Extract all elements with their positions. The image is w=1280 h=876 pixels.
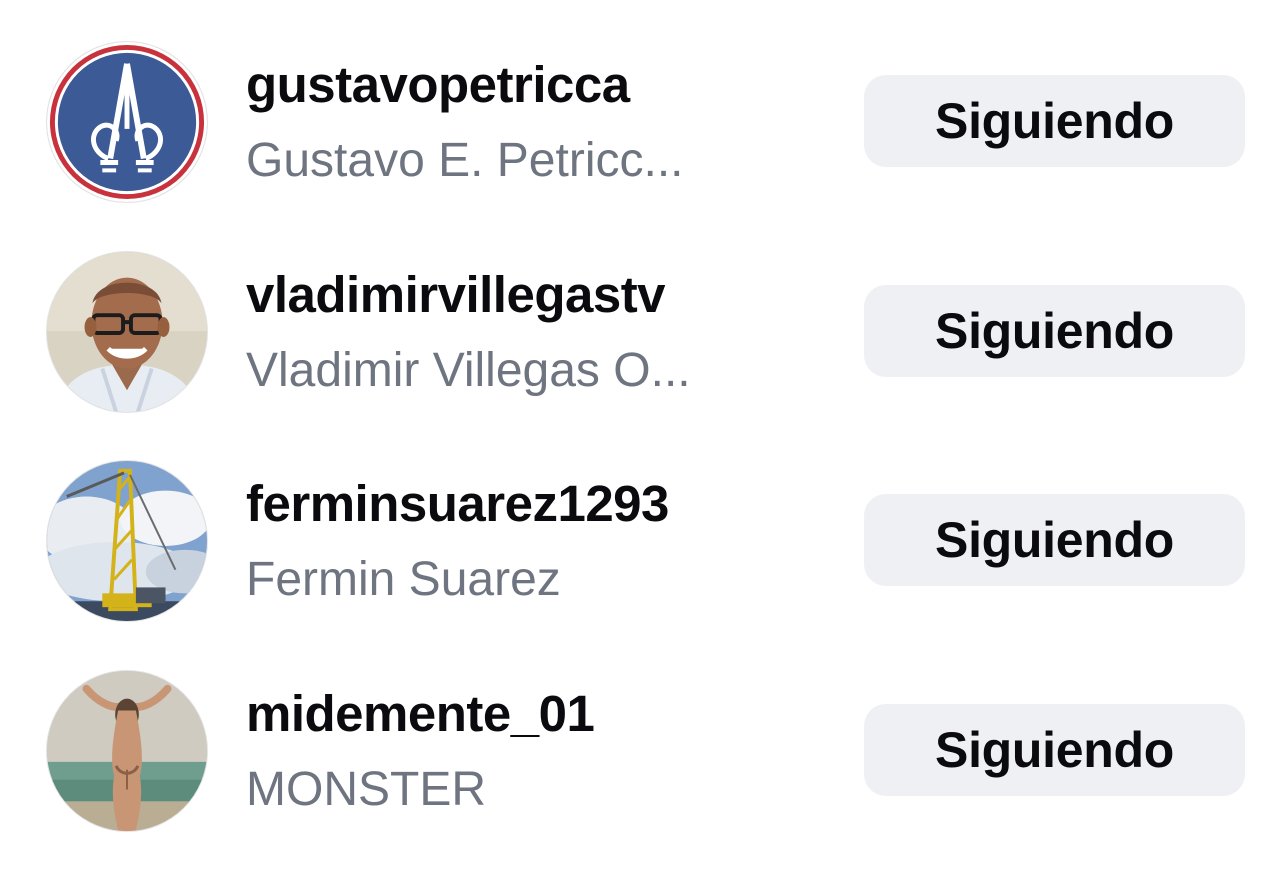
full-name: Gustavo E. Petricc... — [246, 134, 684, 187]
beach-photo-icon — [47, 671, 207, 831]
user-text: gustavopetricca Gustavo E. Petricc... — [246, 53, 816, 191]
following-list: gustavopetricca Gustavo E. Petricc... Si… — [0, 0, 1280, 876]
full-name: Vladimir Villegas O... — [246, 344, 691, 397]
following-button[interactable]: Siguiendo — [864, 75, 1245, 167]
username[interactable]: gustavopetricca — [246, 53, 816, 117]
following-button[interactable]: Siguiendo — [864, 285, 1245, 377]
full-name: Fermin Suarez — [246, 553, 561, 606]
user-text: ferminsuarez1293 Fermin Suarez — [246, 472, 816, 610]
user-text: vladimirvillegastv Vladimir Villegas O..… — [246, 263, 816, 401]
username[interactable]: vladimirvillegastv — [246, 263, 816, 327]
list-item[interactable]: gustavopetricca Gustavo E. Petricc... Si… — [0, 37, 1280, 207]
following-button[interactable]: Siguiendo — [864, 494, 1245, 586]
full-name: MONSTER — [246, 763, 486, 816]
following-button[interactable]: Siguiendo — [864, 704, 1245, 796]
list-item[interactable]: ferminsuarez1293 Fermin Suarez Siguiendo — [0, 456, 1280, 626]
list-item[interactable]: vladimirvillegastv Vladimir Villegas O..… — [0, 247, 1280, 417]
emblem-logo-icon — [47, 42, 207, 202]
avatar[interactable] — [46, 460, 208, 622]
username[interactable]: ferminsuarez1293 — [246, 472, 816, 536]
avatar[interactable] — [46, 41, 208, 203]
portrait-photo-icon — [47, 252, 207, 412]
avatar[interactable] — [46, 251, 208, 413]
user-text: midemente_01 MONSTER — [246, 682, 816, 820]
crane-photo-icon — [47, 461, 207, 621]
avatar[interactable] — [46, 670, 208, 832]
username[interactable]: midemente_01 — [246, 682, 816, 746]
list-item[interactable]: midemente_01 MONSTER Siguiendo — [0, 666, 1280, 836]
